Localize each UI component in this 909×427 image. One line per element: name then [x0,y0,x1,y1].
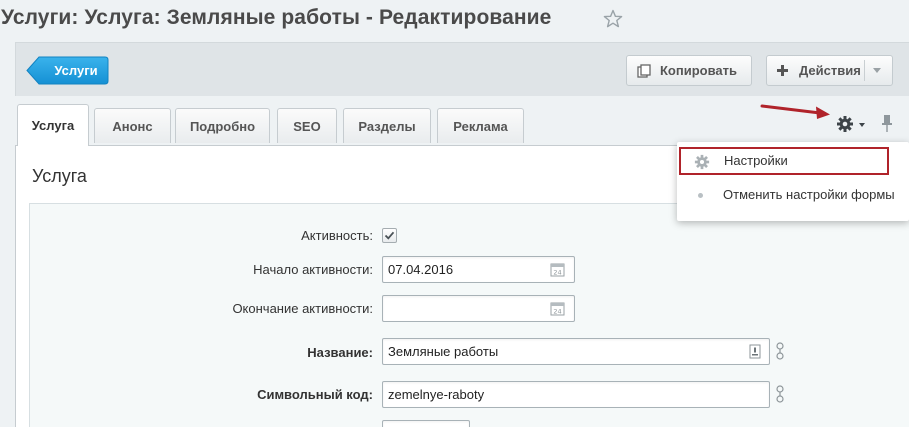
menu-item-settings[interactable]: Настройки [679,147,889,175]
form-settings-menu: Настройки Отменить настройки формы [677,142,909,221]
svg-text:24: 24 [553,308,561,316]
form-settings-button[interactable] [836,115,868,133]
copy-button[interactable]: Копировать [626,55,752,86]
calendar-icon[interactable]: 24 [550,301,565,316]
text-editor-icon[interactable] [749,344,761,359]
title-bar: Услуги: Услуга: Земляные работы - Редакт… [0,0,909,40]
start-date-input[interactable]: 07.04.2016 24 [382,256,575,283]
actions-button[interactable]: Действия [766,55,893,86]
code-value: zemelnye-raboty [388,387,485,402]
back-to-services-button[interactable]: Услуги [26,56,109,85]
start-date-value: 07.04.2016 [388,262,454,277]
active-label: Активность: [301,228,373,243]
tab-ads[interactable]: Реклама [437,108,524,143]
name-input[interactable]: Земляные работы [382,338,770,365]
name-label: Название: [307,345,373,360]
tab-service[interactable]: Услуга [17,104,89,146]
copy-button-label: Копировать [660,63,738,78]
toolbar: Услуги Копировать Действия [15,42,909,96]
start-date-label: Начало активности: [253,262,373,277]
gear-icon [837,116,853,132]
svg-text:24: 24 [553,269,561,277]
star-icon[interactable] [603,9,623,29]
pin-icon[interactable] [880,114,894,134]
actions-button-label: Действия [799,63,861,78]
copy-icon [637,64,651,78]
page-title: Услуги: Услуга: Земляные работы - Редакт… [1,6,552,29]
end-date-input[interactable]: 24 [382,295,575,322]
end-date-label: Окончание активности: [232,301,373,316]
link-chain-icon[interactable] [775,342,785,360]
chevron-down-icon [859,123,865,127]
menu-item-reset-form-settings[interactable]: Отменить настройки формы [677,181,909,209]
actions-divider [864,60,865,81]
code-label: Символьный код: [257,387,373,402]
gear-icon [694,154,710,170]
next-field-input[interactable] [382,420,470,427]
active-checkbox[interactable] [382,228,397,243]
tab-sections[interactable]: Разделы [343,108,431,143]
tab-announce[interactable]: Анонс [94,108,171,143]
menu-item-reset-label: Отменить настройки формы [723,187,895,202]
tab-details[interactable]: Подробно [175,108,270,143]
chevron-down-icon[interactable] [873,68,881,73]
link-chain-icon[interactable] [775,385,785,403]
form-fields-box: Активность: Начало активности: 07.04.201… [29,203,909,427]
code-input[interactable]: zemelnye-raboty [382,381,770,408]
back-button-label: Услуги [54,63,98,78]
name-value: Земляные работы [388,344,499,359]
tab-seo[interactable]: SEO [277,108,337,143]
checkmark-icon [384,231,395,240]
plus-icon [777,65,788,76]
annotation-arrow-icon [760,104,830,119]
section-title: Услуга [32,166,87,186]
calendar-icon[interactable]: 24 [550,262,565,277]
menu-item-settings-label: Настройки [724,153,788,168]
bullet-icon [698,193,703,198]
